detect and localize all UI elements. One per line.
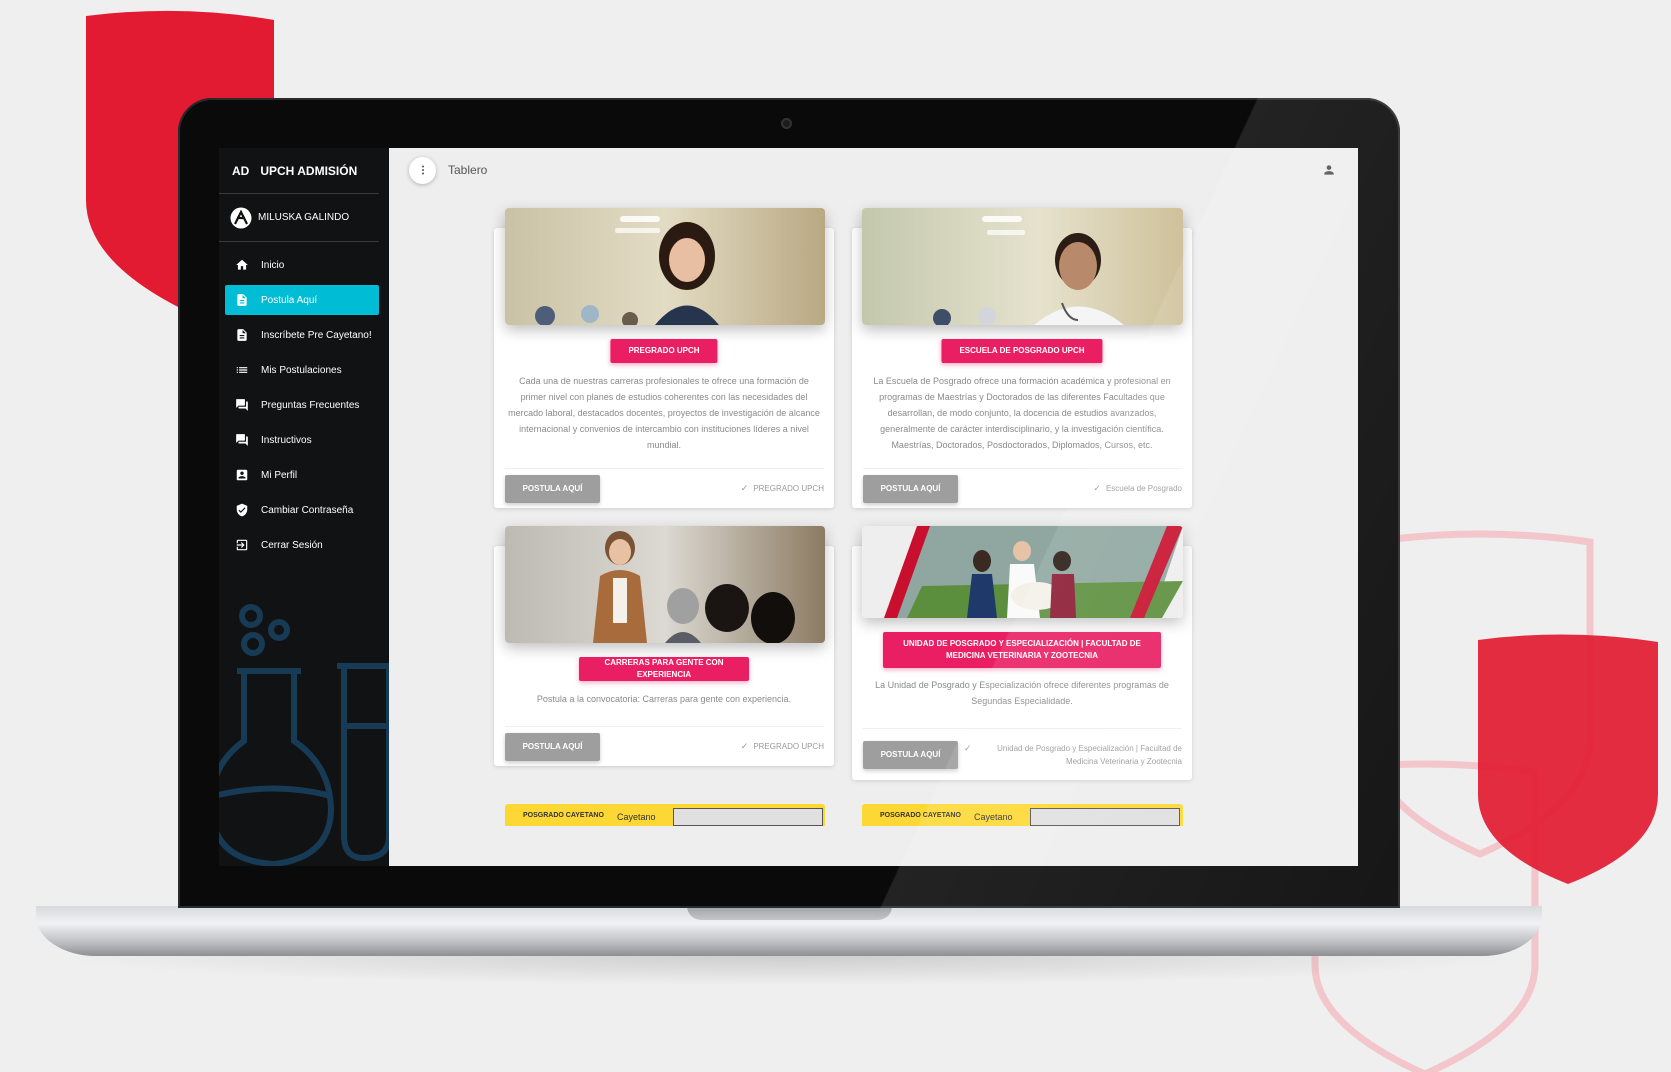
sidebar-item-label: Cambiar Contraseña [261, 504, 354, 516]
card-description: La Unidad de Posgrado y Especialización … [875, 680, 1169, 706]
sidebar-item-cerrar-sesion[interactable]: Cerrar Sesión [225, 530, 379, 560]
list-icon [236, 367, 248, 373]
sidebar-item-label: Inicio [261, 259, 285, 271]
sidebar-item-inicio[interactable]: Inicio [225, 250, 379, 280]
promo-banner[interactable]: POSGRADO CAYETANO Cayetano [862, 804, 1183, 826]
postula-aqui-button[interactable]: POSTULA AQUÍ [863, 740, 958, 769]
card-image [862, 208, 1183, 325]
banner-photo [673, 808, 823, 826]
promo-banner[interactable]: POSGRADO CAYETANO Cayetano [505, 804, 825, 826]
card-footer: POSTULA AQUÍ ✓ PREGRADO UPCH [505, 726, 824, 766]
sidebar-nav: Inicio Postula Aquí Inscríbete Pre Cayet… [219, 242, 389, 560]
card-footer: POSTULA AQUÍ ✓ PREGRADO UPCH [505, 468, 824, 508]
sidebar-item-label: Mi Perfil [261, 469, 298, 481]
profile-icon [236, 469, 248, 481]
check-icon: ✓ [740, 741, 749, 751]
card-tag-label: PREGRADO UPCH [753, 484, 824, 493]
card-badge: UNIDAD DE POSGRADO Y ESPECIALIZACIÓN | F… [883, 632, 1161, 668]
page-title: Tablero [448, 163, 488, 177]
card-badge: CARRERAS PARA GENTE CON EXPERIENCIA [579, 657, 749, 681]
sidebar: AD UPCH ADMISIÓN MILUSKA GALINDO Inicio … [219, 148, 389, 866]
logout-icon [236, 539, 248, 551]
more-vert-icon [421, 165, 424, 175]
program-card: UNIDAD DE POSGRADO Y ESPECIALIZACIÓN | F… [852, 526, 1192, 780]
home-icon [236, 259, 248, 270]
card-image [505, 526, 825, 643]
card-tag: ✓ PREGRADO UPCH [741, 482, 824, 495]
program-card: PREGRADO UPCH Cada una de nuestras carre… [494, 208, 834, 508]
sidebar-item-mi-perfil[interactable]: Mi Perfil [225, 460, 379, 490]
check-icon: ✓ [1093, 483, 1101, 493]
program-card: ESCUELA DE POSGRADO UPCH La Escuela de P… [852, 208, 1192, 508]
card-badge: PREGRADO UPCH [610, 339, 718, 363]
card-tag: ✓ Escuela de Posgrado [1093, 482, 1182, 495]
user-account-icon[interactable] [1322, 163, 1336, 177]
check-icon: ✓ [964, 742, 972, 753]
brand-short: AD [232, 163, 250, 178]
card-tag-label: Escuela de Posgrado [1105, 484, 1182, 493]
sidebar-item-cambiar-contrasena[interactable]: Cambiar Contraseña [225, 495, 379, 525]
check-icon: ✓ [740, 483, 749, 493]
sidebar-item-preguntas-frecuentes[interactable]: Preguntas Frecuentes [225, 390, 379, 420]
card-badge: ESCUELA DE POSGRADO UPCH [941, 339, 1103, 363]
card-image [505, 208, 825, 325]
laptop-shadow [50, 956, 1528, 986]
card-description: Postula a la convocatoria: Carreras para… [536, 694, 792, 704]
lab-flask-illustration [219, 604, 389, 866]
card-tag: ✓ PREGRADO UPCH [741, 740, 824, 753]
card-tag: ✓ Unidad de Posgrado y Especialización | … [964, 742, 1182, 768]
sidebar-item-instructivos[interactable]: Instructivos [225, 425, 379, 455]
card-description: Cada una de nuestras carreras profesiona… [508, 376, 820, 450]
banner-brand: Cayetano [617, 812, 656, 822]
document-icon [237, 329, 247, 341]
card-tag-label: PREGRADO UPCH [753, 742, 824, 751]
banner-logo: POSGRADO CAYETANO [880, 812, 961, 819]
card-image [862, 526, 1183, 618]
postula-aqui-button[interactable]: POSTULA AQUÍ [505, 474, 600, 503]
laptop-notch [687, 906, 892, 920]
banner-logo: POSGRADO CAYETANO [523, 812, 604, 819]
camera-icon [781, 118, 792, 129]
sidebar-item-label: Postula Aquí [261, 294, 318, 306]
avatar [230, 207, 252, 228]
brand[interactable]: AD UPCH ADMISIÓN [219, 148, 379, 194]
user-name: MILUSKA GALINDO [258, 212, 350, 223]
app-screen: AD UPCH ADMISIÓN MILUSKA GALINDO Inicio … [219, 148, 1358, 866]
card-tag-label: Unidad de Posgrado y Especialización | F… [997, 743, 1182, 766]
sidebar-item-inscribete[interactable]: Inscríbete Pre Cayetano! [225, 320, 379, 350]
more-options-button[interactable] [409, 156, 436, 184]
chat-icon [236, 399, 248, 411]
document-icon [237, 294, 247, 306]
banner-photo [1030, 808, 1180, 826]
sidebar-item-label: Preguntas Frecuentes [261, 399, 360, 411]
main-content: Tablero PREGRADO UPCH Cada una de nuestr… [389, 148, 1358, 866]
brand-name: UPCH ADMISIÓN [260, 163, 358, 178]
card-description: La Escuela de Posgrado ofrece una formac… [873, 376, 1171, 450]
program-card: CARRERAS PARA GENTE CON EXPERIENCIA Post… [494, 526, 834, 766]
sidebar-item-label: Cerrar Sesión [261, 539, 323, 551]
card-footer: POSTULA AQUÍ ✓ Escuela de Posgrado [863, 468, 1182, 508]
sidebar-item-label: Inscríbete Pre Cayetano! [261, 329, 372, 341]
postula-aqui-button[interactable]: POSTULA AQUÍ [863, 474, 958, 503]
sidebar-item-mis-postulaciones[interactable]: Mis Postulaciones [225, 355, 379, 385]
chat-icon [236, 434, 248, 446]
shield-decoration-icon [1478, 634, 1658, 884]
banner-brand: Cayetano [974, 812, 1013, 822]
sidebar-item-label: Mis Postulaciones [261, 364, 342, 376]
card-footer: POSTULA AQUÍ ✓ Unidad de Posgrado y Espec… [863, 728, 1182, 780]
laptop-screen-frame: AD UPCH ADMISIÓN MILUSKA GALINDO Inicio … [178, 98, 1400, 908]
sidebar-item-postula-aqui[interactable]: Postula Aquí [225, 285, 379, 315]
user-profile[interactable]: MILUSKA GALINDO [219, 194, 379, 242]
postula-aqui-button[interactable]: POSTULA AQUÍ [505, 732, 600, 761]
shield-check-icon [236, 503, 248, 517]
sidebar-item-label: Instructivos [261, 434, 312, 446]
topbar: Tablero [389, 148, 1358, 192]
